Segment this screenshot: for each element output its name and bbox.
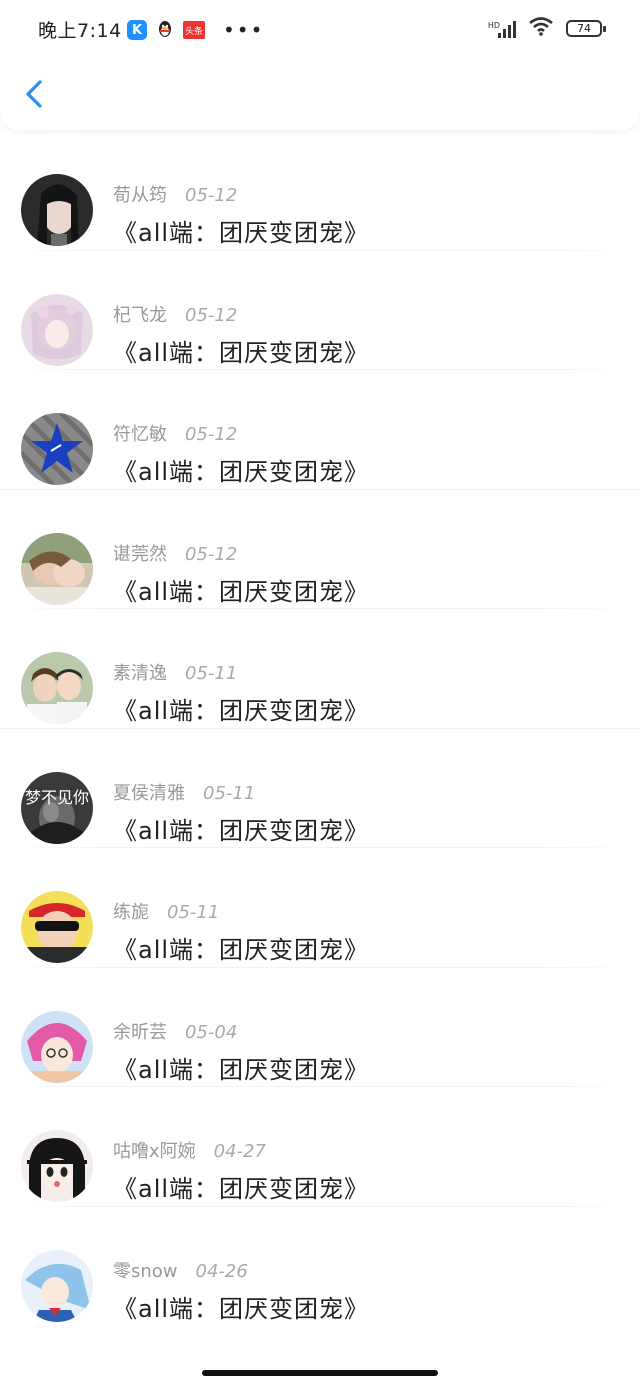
comment-meta: 杞飞龙 05-12 <box>113 301 237 327</box>
author-name[interactable]: 杞飞龙 <box>113 305 167 326</box>
comment-list: 荀从筠 05-12 《all端：团厌变团宠》 杞飞龙 05-12 《all端：团厌变… <box>0 130 640 1325</box>
author-name[interactable]: 谌莞然 <box>113 544 167 565</box>
list-item[interactable]: 练旎 05-11 《all端：团厌变团宠》 <box>0 847 640 967</box>
comment-title[interactable]: 《all端：团厌变团宠》 <box>113 572 369 607</box>
avatar[interactable] <box>21 413 93 485</box>
comment-meta: 咕噜x阿婉 04-27 <box>113 1137 266 1163</box>
list-item[interactable]: 杞飞龙 05-12 《all端：团厌变团宠》 <box>0 249 640 370</box>
status-bar: 晚上7:14 K 头条 ••• HD 74 <box>0 0 640 58</box>
divider <box>0 608 640 609</box>
author-name[interactable]: 练旎 <box>113 902 149 923</box>
back-button[interactable] <box>18 74 54 114</box>
home-indicator[interactable] <box>202 1370 438 1376</box>
avatar[interactable] <box>21 652 93 724</box>
comment-date: 05-11 <box>167 902 220 923</box>
comment-date: 05-11 <box>185 663 238 684</box>
comment-meta: 余昕芸 05-04 <box>113 1018 237 1044</box>
author-name[interactable]: 夏侯清雅 <box>113 783 185 804</box>
list-item[interactable]: 素清逸 05-11 《all端：团厌变团宠》 <box>0 608 640 728</box>
comment-date: 05-12 <box>185 424 238 445</box>
comment-title[interactable]: 《all端：团厌变团宠》 <box>113 1289 369 1324</box>
author-name[interactable]: 零snow <box>113 1261 178 1282</box>
toutiao-icon: 头条 <box>183 21 205 39</box>
signal-icon: HD <box>488 18 516 38</box>
list-item[interactable]: 咕噜x阿婉 04-27 《all端：团厌变团宠》 <box>0 1086 640 1206</box>
comment-meta: 荀从筠 05-12 <box>113 181 237 207</box>
chevron-left-icon <box>26 80 42 108</box>
comment-meta: 符忆敏 05-12 <box>113 420 237 446</box>
list-item[interactable]: 谌莞然 05-12 《all端：团厌变团宠》 <box>0 488 640 609</box>
divider <box>0 488 640 490</box>
divider <box>0 369 640 370</box>
author-name[interactable]: 咕噜x阿婉 <box>113 1141 196 1162</box>
avatar[interactable] <box>21 1249 93 1322</box>
comment-title[interactable]: 《all端：团厌变团宠》 <box>113 930 369 965</box>
divider <box>0 1205 640 1207</box>
battery-icon: 74 <box>566 19 606 37</box>
avatar[interactable] <box>21 174 93 246</box>
comment-date: 05-12 <box>185 185 238 206</box>
comment-date: 04-27 <box>213 1141 266 1162</box>
avatar[interactable]: 梦不见你 <box>21 771 93 844</box>
comment-date: 05-12 <box>185 543 238 565</box>
qq-penguin-icon <box>155 20 175 40</box>
notification-icons: K 头条 ••• <box>127 18 264 42</box>
comment-title[interactable]: 《all端：团厌变团宠》 <box>113 333 369 368</box>
comment-date: 05-12 <box>185 304 238 326</box>
comment-meta: 练旎 05-11 <box>113 898 219 924</box>
comment-date: 05-04 <box>185 1021 238 1043</box>
k-app-icon: K <box>127 20 147 40</box>
comment-meta: 素清逸 05-11 <box>113 659 237 685</box>
divider <box>0 847 640 848</box>
author-name[interactable]: 素清逸 <box>113 663 167 684</box>
comment-date: 04-26 <box>195 1260 248 1282</box>
comment-title[interactable]: 《all端：团厌变团宠》 <box>113 691 369 726</box>
divider <box>0 966 640 968</box>
avatar[interactable] <box>21 1130 93 1202</box>
hd-label: HD <box>487 21 500 30</box>
comment-meta: 零snow 04-26 <box>113 1257 248 1283</box>
nav-bar <box>0 58 640 130</box>
author-name[interactable]: 余昕芸 <box>113 1022 167 1043</box>
wifi-icon <box>528 16 554 40</box>
comment-title[interactable]: 《all端：团厌变团宠》 <box>113 452 369 487</box>
author-name[interactable]: 荀从筠 <box>113 185 167 206</box>
divider <box>0 130 640 131</box>
comment-title[interactable]: 《all端：团厌变团宠》 <box>113 213 369 248</box>
author-name[interactable]: 符忆敏 <box>113 424 167 445</box>
more-notifications-icon: ••• <box>223 18 265 42</box>
status-time: 晚上7:14 <box>38 20 122 42</box>
avatar[interactable] <box>21 891 93 963</box>
list-item[interactable]: 零snow 04-26 《all端：团厌变团宠》 <box>0 1205 640 1326</box>
comment-date: 05-11 <box>203 782 256 804</box>
divider <box>0 727 640 729</box>
avatar[interactable] <box>21 532 93 605</box>
list-item[interactable]: 梦不见你 夏侯清雅 05-11 《all端：团厌变团宠》 <box>0 727 640 848</box>
status-right: HD 74 <box>488 16 606 40</box>
divider <box>0 249 640 251</box>
list-item[interactable]: 荀从筠 05-12 《all端：团厌变团宠》 <box>0 130 640 250</box>
battery-level: 74 <box>577 21 591 35</box>
comment-title[interactable]: 《all端：团厌变团宠》 <box>113 1050 369 1085</box>
comment-title[interactable]: 《all端：团厌变团宠》 <box>113 1169 369 1204</box>
list-item[interactable]: 余昕芸 05-04 《all端：团厌变团宠》 <box>0 966 640 1087</box>
comment-meta: 谌莞然 05-12 <box>113 540 237 566</box>
list-item[interactable]: 符忆敏 05-12 《all端：团厌变团宠》 <box>0 369 640 489</box>
comment-meta: 夏侯清雅 05-11 <box>113 779 255 805</box>
avatar-caption: 梦不见你 <box>24 787 89 807</box>
comment-title[interactable]: 《all端：团厌变团宠》 <box>113 811 369 846</box>
divider <box>0 1086 640 1087</box>
avatar[interactable] <box>21 293 93 366</box>
avatar[interactable] <box>21 1010 93 1083</box>
